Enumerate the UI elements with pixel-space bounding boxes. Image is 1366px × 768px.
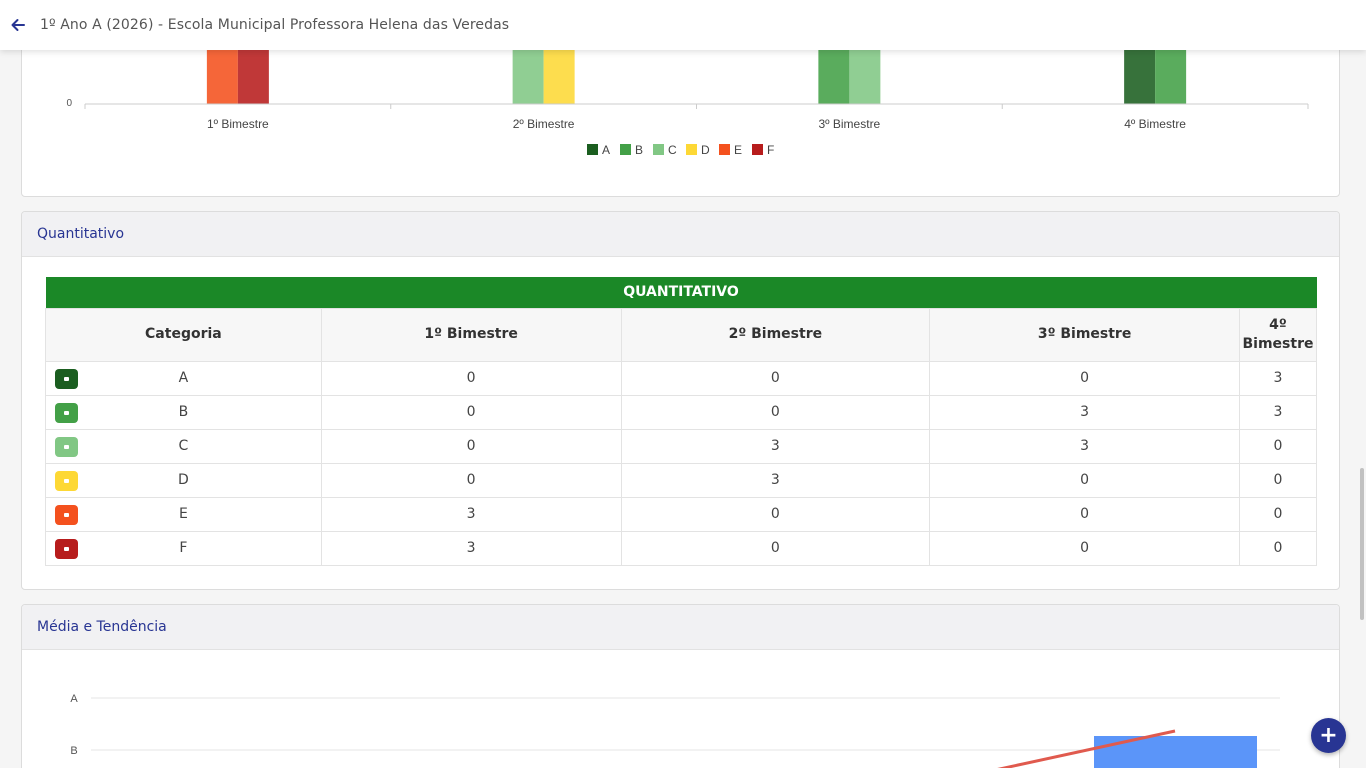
media-tendencia-card: Média e Tendência A B <box>21 604 1340 768</box>
category-swatch-a <box>55 368 78 389</box>
table-cell: 0 <box>1238 428 1318 464</box>
column-header: 1º Bimestre <box>320 307 622 362</box>
y-tick-label: A <box>70 693 78 705</box>
table-banner-row: QUANTITATIVO <box>45 277 1317 308</box>
table-row: B 0 0 3 3 <box>45 394 1318 430</box>
bar-b <box>818 41 850 104</box>
table-row: A 0 0 0 3 <box>45 360 1318 396</box>
bar-b <box>1155 41 1187 104</box>
legend-label: C <box>668 143 677 157</box>
arrow-left-icon <box>11 19 25 31</box>
page-title: 1º Ano A (2026) - Escola Municipal Profe… <box>40 17 510 33</box>
column-header: 2º Bimestre <box>620 307 931 362</box>
table-cell: 0 <box>620 530 931 566</box>
category-cell: C <box>45 428 322 464</box>
legend-swatch-c <box>653 144 664 155</box>
category-label: C <box>178 438 189 454</box>
category-cell: B <box>45 394 322 430</box>
category-cell: A <box>45 360 322 396</box>
x-tick-label: 2º Bimestre <box>513 117 575 131</box>
category-swatch-e <box>55 504 78 525</box>
table-cell: 3 <box>320 496 622 532</box>
back-button[interactable] <box>7 14 29 36</box>
table-cell: 3 <box>929 428 1240 464</box>
table-row: E 3 0 0 0 <box>45 496 1318 532</box>
table-cell: 0 <box>1238 462 1318 498</box>
category-swatch-f <box>55 538 78 559</box>
category-cell: F <box>45 530 322 566</box>
bar-f <box>237 41 269 104</box>
table-cell: 0 <box>320 462 622 498</box>
legend-swatch-a <box>587 144 598 155</box>
table-cell: 0 <box>929 530 1240 566</box>
x-tick-label: 4º Bimestre <box>1124 117 1186 131</box>
legend-swatch-e <box>719 144 730 155</box>
category-swatch-d <box>55 470 78 491</box>
bar-c <box>512 41 544 104</box>
bar-d <box>543 41 575 104</box>
category-label: A <box>178 370 189 386</box>
average-bar <box>1094 736 1257 768</box>
table-cell: 0 <box>929 462 1240 498</box>
category-swatch-c <box>55 436 78 457</box>
y-tick-label: B <box>70 745 77 757</box>
table-banner: QUANTITATIVO <box>623 284 739 301</box>
category-label: F <box>179 540 188 556</box>
table-cell: 3 <box>929 394 1240 430</box>
category-label: B <box>178 404 189 420</box>
column-header: 4º Bimestre <box>1238 307 1318 362</box>
column-header: Categoria <box>45 307 322 362</box>
category-label: E <box>178 506 188 522</box>
table-cell: 0 <box>620 360 931 396</box>
table-cell: 3 <box>620 462 931 498</box>
table-cell: 3 <box>1238 394 1318 430</box>
quantitativo-header: Quantitativo <box>22 212 1339 257</box>
media-tendencia-header: Média e Tendência <box>22 605 1339 650</box>
y-tick-label: 0 <box>66 98 72 109</box>
bimester-concept-chart-card: 0 1º Bimestre 2º Bimestre 3º Bimestre 4º Bim… <box>21 40 1340 197</box>
table-row: C 0 3 3 0 <box>45 428 1318 464</box>
legend-swatch-d <box>686 144 697 155</box>
legend-label: F <box>767 143 774 157</box>
category-swatch-b <box>55 402 78 423</box>
quantitativo-table: QUANTITATIVO Categoria 1º Bimestre 2º Bi… <box>45 277 1318 566</box>
table-cell: 0 <box>929 360 1240 396</box>
table-cell: 3 <box>620 428 931 464</box>
media-trend-chart: A B <box>70 693 1280 768</box>
category-label: D <box>177 472 189 488</box>
table-cell: 0 <box>620 394 931 430</box>
add-fab-button[interactable]: + <box>1311 718 1346 753</box>
bar-c <box>849 41 881 104</box>
table-row: F 3 0 0 0 <box>45 530 1318 566</box>
top-app-bar: 1º Ano A (2026) - Escola Municipal Profe… <box>0 0 1366 50</box>
column-header: 3º Bimestre <box>929 307 1240 362</box>
concept-bar-chart: 0 1º Bimestre 2º Bimestre 3º Bimestre 4º Bim… <box>66 41 1309 157</box>
page-scrollbar[interactable] <box>1360 468 1364 620</box>
table-cell: 0 <box>320 394 622 430</box>
table-cell: 3 <box>1238 360 1318 396</box>
table-cell: 0 <box>1238 496 1318 532</box>
legend-label: B <box>635 143 643 157</box>
bar-e <box>206 41 238 104</box>
table-cell: 3 <box>320 530 622 566</box>
table-cell: 0 <box>620 496 931 532</box>
quantitativo-card: Quantitativo QUANTITATIVO Categoria 1º B… <box>21 211 1340 590</box>
x-tick-label: 3º Bimestre <box>819 117 881 131</box>
category-cell: E <box>45 496 322 532</box>
table-cell: 0 <box>320 360 622 396</box>
table-row: D 0 3 0 0 <box>45 462 1318 498</box>
x-tick-label: 1º Bimestre <box>207 117 269 131</box>
legend-swatch-b <box>620 144 631 155</box>
legend-label: A <box>602 143 610 157</box>
plus-icon: + <box>1319 723 1338 748</box>
legend-swatch-f <box>752 144 763 155</box>
table-cell: 0 <box>929 496 1240 532</box>
bar-a <box>1124 41 1156 104</box>
table-header-row: Categoria 1º Bimestre 2º Bimestre 3º Bim… <box>45 307 1318 362</box>
table-cell: 0 <box>320 428 622 464</box>
category-cell: D <box>45 462 322 498</box>
legend-label: D <box>701 143 710 157</box>
legend-label: E <box>734 143 742 157</box>
table-cell: 0 <box>1238 530 1318 566</box>
